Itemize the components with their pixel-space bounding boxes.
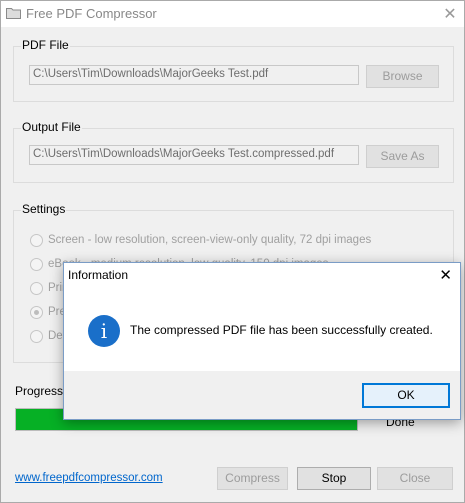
radio-label: Screen - low resolution, screen-view-onl…	[48, 234, 372, 246]
close-button[interactable]: Close	[377, 467, 453, 490]
browse-button[interactable]: Browse	[366, 65, 439, 88]
ok-button[interactable]: OK	[362, 383, 450, 408]
dialog-message: The compressed PDF file has been success…	[130, 323, 433, 337]
info-icon: i	[88, 315, 120, 347]
compress-button[interactable]: Compress	[217, 467, 288, 490]
app-window: Free PDF Compressor ✕ PDF File C:\Users\…	[0, 0, 465, 503]
window-title: Free PDF Compressor	[26, 6, 157, 21]
radio-button[interactable]	[30, 258, 43, 271]
dialog-title: Information	[68, 268, 129, 282]
progress-label: Progress	[15, 384, 64, 398]
folder-icon	[6, 8, 21, 19]
output-file-path-field[interactable]: C:\Users\Tim\Downloads\MajorGeeks Test.c…	[29, 145, 359, 165]
pdf-file-label: PDF File	[21, 38, 70, 52]
output-file-label: Output File	[21, 120, 82, 134]
settings-label: Settings	[21, 202, 67, 216]
window-close-icon[interactable]: ✕	[437, 3, 463, 25]
radio-button[interactable]	[30, 234, 43, 247]
stop-button[interactable]: Stop	[297, 467, 371, 490]
radio-button[interactable]	[30, 282, 43, 295]
website-link[interactable]: www.freepdfcompressor.com	[15, 472, 163, 484]
pdf-file-path-field[interactable]: C:\Users\Tim\Downloads\MajorGeeks Test.p…	[29, 65, 359, 85]
radio-button[interactable]	[30, 306, 43, 319]
dialog-close-icon[interactable]: ✕	[439, 264, 452, 286]
save-as-button[interactable]: Save As	[366, 145, 439, 168]
radio-button[interactable]	[30, 330, 43, 343]
dialog-footer: OK	[64, 371, 460, 419]
title-bar: Free PDF Compressor ✕	[1, 1, 464, 27]
radio-screen[interactable]: Screen - low resolution, screen-view-onl…	[30, 233, 450, 249]
information-dialog: Information ✕ i The compressed PDF file …	[63, 262, 461, 420]
